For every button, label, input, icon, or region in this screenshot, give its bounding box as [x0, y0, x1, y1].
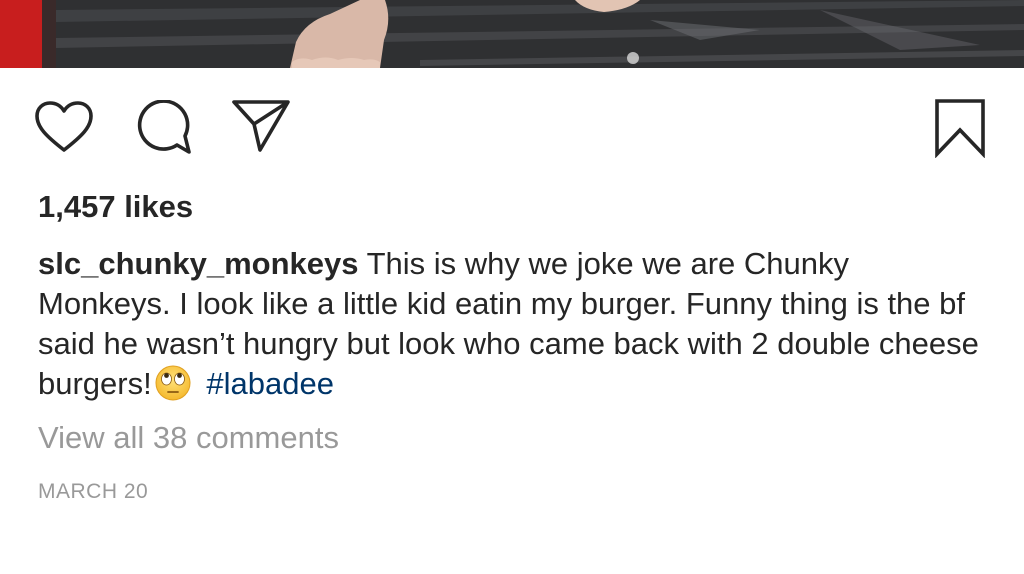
rolling-eyes-emoji-icon [155, 365, 191, 401]
caption-username[interactable]: slc_chunky_monkeys [38, 246, 359, 281]
view-all-comments-link[interactable]: View all 38 comments [38, 418, 339, 458]
share-icon[interactable] [230, 98, 292, 154]
comment-icon[interactable] [133, 100, 193, 158]
bookmark-icon[interactable] [932, 98, 988, 158]
caption: slc_chunky_monkeys This is why we joke w… [38, 244, 988, 404]
caption-hashtag[interactable]: #labadee [206, 366, 334, 401]
heart-icon[interactable] [34, 100, 94, 154]
action-bar [0, 68, 1024, 188]
photo-image [0, 0, 1024, 68]
post-date: MARCH 20 [38, 480, 149, 503]
post-photo[interactable] [0, 0, 1024, 68]
instagram-post: 1,457 likes slc_chunky_monkeys This is w… [0, 0, 1024, 574]
like-count[interactable]: 1,457 likes [38, 188, 193, 226]
